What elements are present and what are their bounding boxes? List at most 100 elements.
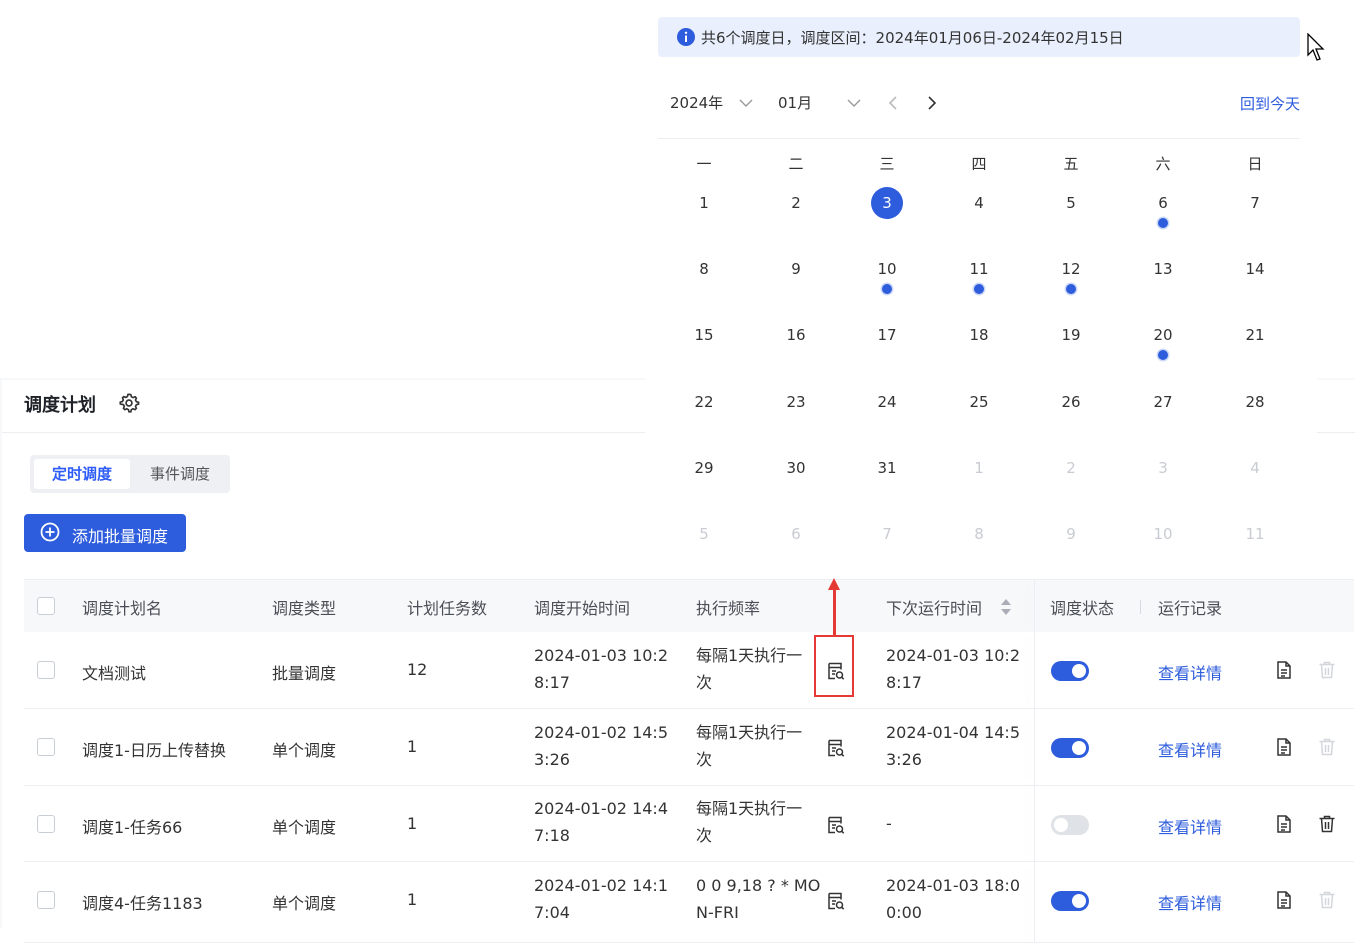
back-to-today-button[interactable]: 回到今天	[1240, 93, 1300, 114]
schedule-info-banner: 共6个调度日，调度区间：2024年01月06日-2024年02月15日	[658, 17, 1300, 57]
calendar-day[interactable]: 30	[776, 459, 816, 477]
calendar-day[interactable]: 22	[684, 393, 724, 411]
calendar-day[interactable]: 7	[867, 525, 907, 543]
calendar-day[interactable]: 9	[1051, 525, 1091, 543]
chevron-down-icon[interactable]	[738, 95, 754, 111]
calendar-day[interactable]: 3	[867, 194, 907, 212]
schedule-type: 单个调度	[272, 818, 337, 837]
calendar-day[interactable]: 18	[959, 326, 999, 344]
calendar-day[interactable]: 23	[776, 393, 816, 411]
calendar-day[interactable]: 21	[1235, 326, 1275, 344]
row-checkbox[interactable]	[37, 815, 55, 833]
calendar-day[interactable]: 24	[867, 393, 907, 411]
calendar-day[interactable]: 26	[1051, 393, 1091, 411]
calendar-day[interactable]: 13	[1143, 260, 1183, 278]
chevron-down-icon[interactable]	[846, 95, 862, 111]
calendar-day[interactable]: 11	[1235, 525, 1275, 543]
trash-icon[interactable]	[1317, 660, 1337, 680]
next-run-time: -	[886, 814, 892, 833]
calendar-day[interactable]: 16	[776, 326, 816, 344]
trash-icon[interactable]	[1317, 890, 1337, 910]
start-time: 2024-01-03 10:2 8:17	[534, 646, 668, 692]
start-time: 2024-01-02 14:1 7:04	[534, 876, 668, 922]
calendar-day[interactable]: 2	[776, 194, 816, 212]
calendar-day[interactable]: 6	[776, 525, 816, 543]
view-details-link[interactable]: 查看详情	[1158, 814, 1222, 838]
tab-event-schedule[interactable]: 事件调度	[134, 459, 226, 489]
tab-timed-schedule[interactable]: 定时调度	[34, 459, 130, 489]
schedule-status-toggle[interactable]	[1051, 661, 1089, 681]
next-month-icon[interactable]	[923, 95, 939, 111]
prev-month-icon[interactable]	[886, 95, 902, 111]
calendar-day[interactable]: 6	[1143, 194, 1183, 212]
view-details-link[interactable]: 查看详情	[1158, 737, 1222, 761]
document-icon[interactable]	[1274, 890, 1294, 910]
header-task-count: 计划任务数	[407, 599, 488, 618]
scheduled-day-dot	[974, 284, 984, 294]
calendar-day[interactable]: 12	[1051, 260, 1091, 278]
schedule-tabs: 定时调度 事件调度	[30, 455, 230, 493]
year-select[interactable]: 2024年	[670, 92, 723, 113]
add-batch-schedule-button[interactable]: 添加批量调度	[24, 514, 186, 552]
fixed-column-divider	[1034, 632, 1035, 708]
calendar-day[interactable]: 1	[684, 194, 724, 212]
row-checkbox[interactable]	[37, 661, 55, 679]
document-icon[interactable]	[1274, 737, 1294, 757]
calendar-day[interactable]: 7	[1235, 194, 1275, 212]
calendar-day[interactable]: 1	[959, 459, 999, 477]
header-frequency: 执行频率	[696, 599, 761, 618]
schedule-preview-icon[interactable]	[826, 891, 846, 911]
table-row: 调度4-任务1183 单个调度 1 2024-01-02 14:1 7:04 0 …	[24, 862, 1354, 943]
document-icon[interactable]	[1274, 660, 1294, 680]
schedule-status-toggle[interactable]	[1051, 815, 1089, 835]
gear-icon[interactable]	[118, 392, 140, 414]
schedule-preview-icon[interactable]	[826, 738, 846, 758]
trash-icon[interactable]	[1317, 737, 1337, 757]
sort-icon[interactable]	[1000, 597, 1012, 617]
calendar-day[interactable]: 27	[1143, 393, 1183, 411]
calendar-day[interactable]: 15	[684, 326, 724, 344]
schedule-preview-icon[interactable]	[826, 815, 846, 835]
calendar-day[interactable]: 19	[1051, 326, 1091, 344]
task-count: 12	[407, 660, 428, 679]
calendar-day[interactable]: 10	[1143, 525, 1183, 543]
calendar-day[interactable]: 20	[1143, 326, 1183, 344]
calendar-day[interactable]: 8	[959, 525, 999, 543]
header-schedule-status: 调度状态	[1050, 599, 1115, 618]
calendar-day[interactable]: 4	[1235, 459, 1275, 477]
calendar-day[interactable]: 28	[1235, 393, 1275, 411]
calendar-day[interactable]: 17	[867, 326, 907, 344]
calendar-day[interactable]: 4	[959, 194, 999, 212]
month-select[interactable]: 01月	[778, 92, 812, 113]
calendar-day[interactable]: 31	[867, 459, 907, 477]
schedule-type: 单个调度	[272, 741, 337, 760]
calendar-day[interactable]: 5	[684, 525, 724, 543]
calendar-day[interactable]: 9	[776, 260, 816, 278]
calendar-day[interactable]: 3	[1143, 459, 1183, 477]
schedule-status-toggle[interactable]	[1051, 891, 1089, 911]
calendar-day[interactable]: 14	[1235, 260, 1275, 278]
header-next-run-time[interactable]: 下次运行时间	[886, 595, 982, 619]
row-checkbox[interactable]	[37, 891, 55, 909]
document-icon[interactable]	[1274, 814, 1294, 834]
calendar-day[interactable]: 11	[959, 260, 999, 278]
calendar-day[interactable]: 2	[1051, 459, 1091, 477]
schedule-status-toggle[interactable]	[1051, 738, 1089, 758]
calendar-day[interactable]: 25	[959, 393, 999, 411]
row-checkbox[interactable]	[37, 738, 55, 756]
table-row: 调度1-任务66 单个调度 1 2024-01-02 14:4 7:18 每隔1天…	[24, 786, 1354, 862]
view-details-link[interactable]: 查看详情	[1158, 660, 1222, 684]
weekday-label: 三	[879, 155, 895, 173]
calendar-day[interactable]: 10	[867, 260, 907, 278]
calendar-day[interactable]: 29	[684, 459, 724, 477]
calendar-day[interactable]: 5	[1051, 194, 1091, 212]
calendar-day[interactable]: 8	[684, 260, 724, 278]
frequency: 0 0 9,18 ? * MO N-FRI	[696, 876, 821, 922]
annotation-arrow-head	[828, 578, 840, 590]
fixed-column-divider	[1034, 580, 1035, 632]
trash-icon[interactable]	[1317, 814, 1337, 834]
annotation-highlight-box	[814, 635, 854, 697]
select-all-checkbox[interactable]	[37, 597, 55, 615]
view-details-link[interactable]: 查看详情	[1158, 890, 1222, 914]
table-row: 文档测试 批量调度 12 2024-01-03 10:2 8:17 每隔1天执行一…	[24, 632, 1354, 709]
